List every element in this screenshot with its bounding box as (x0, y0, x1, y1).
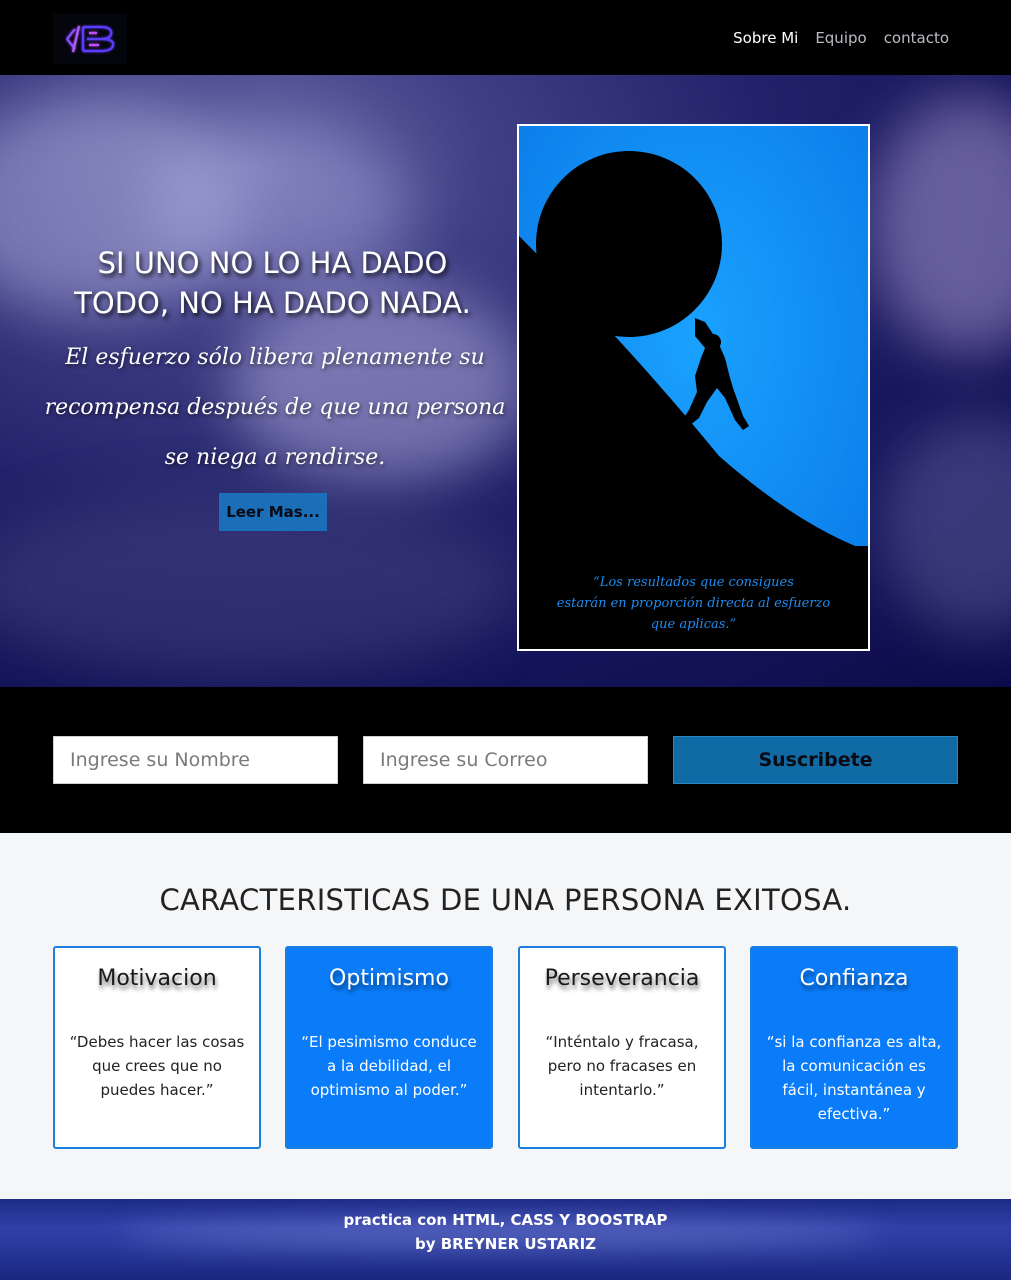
feature-card-title: Confianza (799, 966, 909, 991)
feature-card-motivacion: Motivacion “Debes hacer las cosas que cr… (53, 946, 261, 1149)
email-input[interactable] (363, 736, 648, 784)
feature-card-perseverancia: Perseverancia “Inténtalo y fracasa, pero… (518, 946, 726, 1149)
hero-subtitle-line: El esfuerzo sólo libera plenamente su (65, 345, 485, 370)
navbar: Sobre Mi Equipo contacto (0, 0, 1011, 75)
feature-card-text: “El pesimismo conduce a la debilidad, el… (301, 1033, 477, 1099)
footer-credit-line: practica con HTML, CASS Y BOOSTRAP (343, 1211, 668, 1229)
features-section: CARACTERISTICAS DE UNA PERSONA EXITOSA. … (0, 833, 1011, 1199)
read-more-button[interactable]: Leer Mas... (219, 493, 327, 531)
hero-section: SI UNO NO LO HA DADO TODO, NO HA DADO NA… (0, 75, 1011, 687)
footer-author-line: by BREYNER USTARIZ (414, 1235, 597, 1253)
hero-subtitle-line: se niega a rendirse. (164, 445, 386, 470)
name-input[interactable] (53, 736, 338, 784)
hero-title: SI UNO NO LO HA DADO TODO, NO HA DADO NA… (40, 243, 505, 323)
feature-card-text: “si la confianza es alta, la comunicació… (766, 1033, 942, 1123)
hero-title-line: TODO, NO HA DADO NADA. (74, 286, 471, 320)
feature-card-optimismo: Optimismo “El pesimismo conduce a la deb… (285, 946, 493, 1149)
feature-card-confianza: Confianza “si la confianza es alta, la c… (750, 946, 958, 1149)
cloud-decoration (880, 415, 1011, 635)
nav-link-sobre-mi[interactable]: Sobre Mi (733, 29, 798, 47)
feature-card-title: Motivacion (97, 966, 217, 991)
poster-quote-line: que aplicas.” (650, 617, 737, 632)
poster-quote-line: estarán en proporción directa al esfuerz… (556, 596, 831, 611)
hero-subtitle: El esfuerzo sólo libera plenamente su re… (40, 333, 510, 483)
feature-card-text: “Inténtalo y fracasa, pero no fracases e… (545, 1033, 699, 1099)
features-title: CARACTERISTICAS DE UNA PERSONA EXITOSA. (159, 883, 852, 917)
footer: practica con HTML, CASS Y BOOSTRAP by BR… (0, 1199, 1011, 1280)
nav-link-contacto[interactable]: contacto (884, 29, 949, 47)
feature-card-title: Optimismo (329, 966, 449, 991)
hero-subtitle-line: recompensa después de que una persona (44, 395, 506, 420)
subscribe-button[interactable]: Suscribete (673, 736, 958, 784)
poster-quote-line: “Los resultados que consigues (593, 575, 794, 590)
feature-card-title: Perseverancia (544, 966, 700, 991)
poster-quote: “Los resultados que consigues estarán en… (519, 572, 868, 635)
subscribe-section: Suscribete (0, 687, 1011, 833)
hero-title-line: SI UNO NO LO HA DADO (97, 246, 448, 280)
motivation-poster: “Los resultados que consigues estarán en… (517, 124, 870, 651)
nav-menu: Sobre Mi Equipo contacto (733, 0, 949, 75)
cloud-decoration (870, 95, 1011, 355)
sisyphus-illustration (519, 126, 868, 649)
feature-card-text: “Debes hacer las cosas que crees que no … (69, 1033, 245, 1099)
logo-icon[interactable] (53, 14, 127, 64)
nav-link-equipo[interactable]: Equipo (815, 29, 866, 47)
